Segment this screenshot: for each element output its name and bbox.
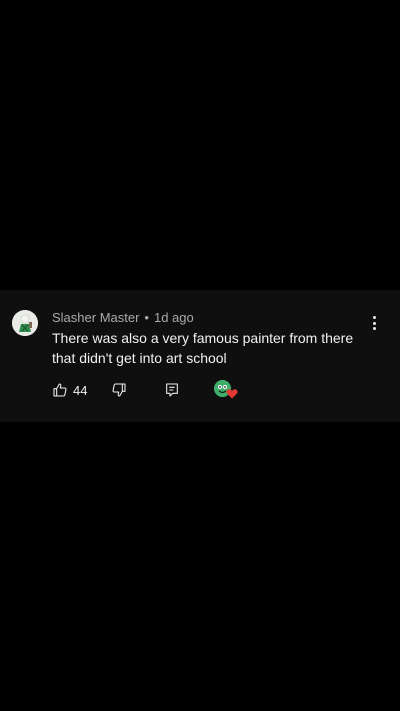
author-avatar[interactable] <box>12 310 38 336</box>
reply-comment-icon <box>166 383 178 397</box>
comment-text: There was also a very famous painter fro… <box>52 330 354 366</box>
creator-heart <box>214 379 238 401</box>
meta-separator: • <box>144 310 149 325</box>
comment-meta: Slasher Master • 1d ago <box>52 310 194 325</box>
like-count: 44 <box>73 382 88 398</box>
reply-button[interactable] <box>164 379 182 401</box>
more-dot <box>372 321 376 325</box>
thumbs-up-icon <box>53 383 67 397</box>
dislike-button[interactable] <box>111 379 129 401</box>
avatar-figure-icon <box>12 310 38 336</box>
thumbs-down-icon <box>112 383 126 397</box>
like-button[interactable]: 44 <box>52 379 87 401</box>
more-dot <box>372 316 376 319</box>
author-name[interactable]: Slasher Master <box>52 310 139 325</box>
heart-icon <box>226 389 238 399</box>
comment-time: 1d ago <box>153 310 194 325</box>
page: Slasher Master • 1d ago There was also a v… <box>0 0 400 711</box>
comment-card: Slasher Master • 1d ago There was also a v… <box>0 290 400 422</box>
comment-actions: 44 <box>0 379 400 401</box>
